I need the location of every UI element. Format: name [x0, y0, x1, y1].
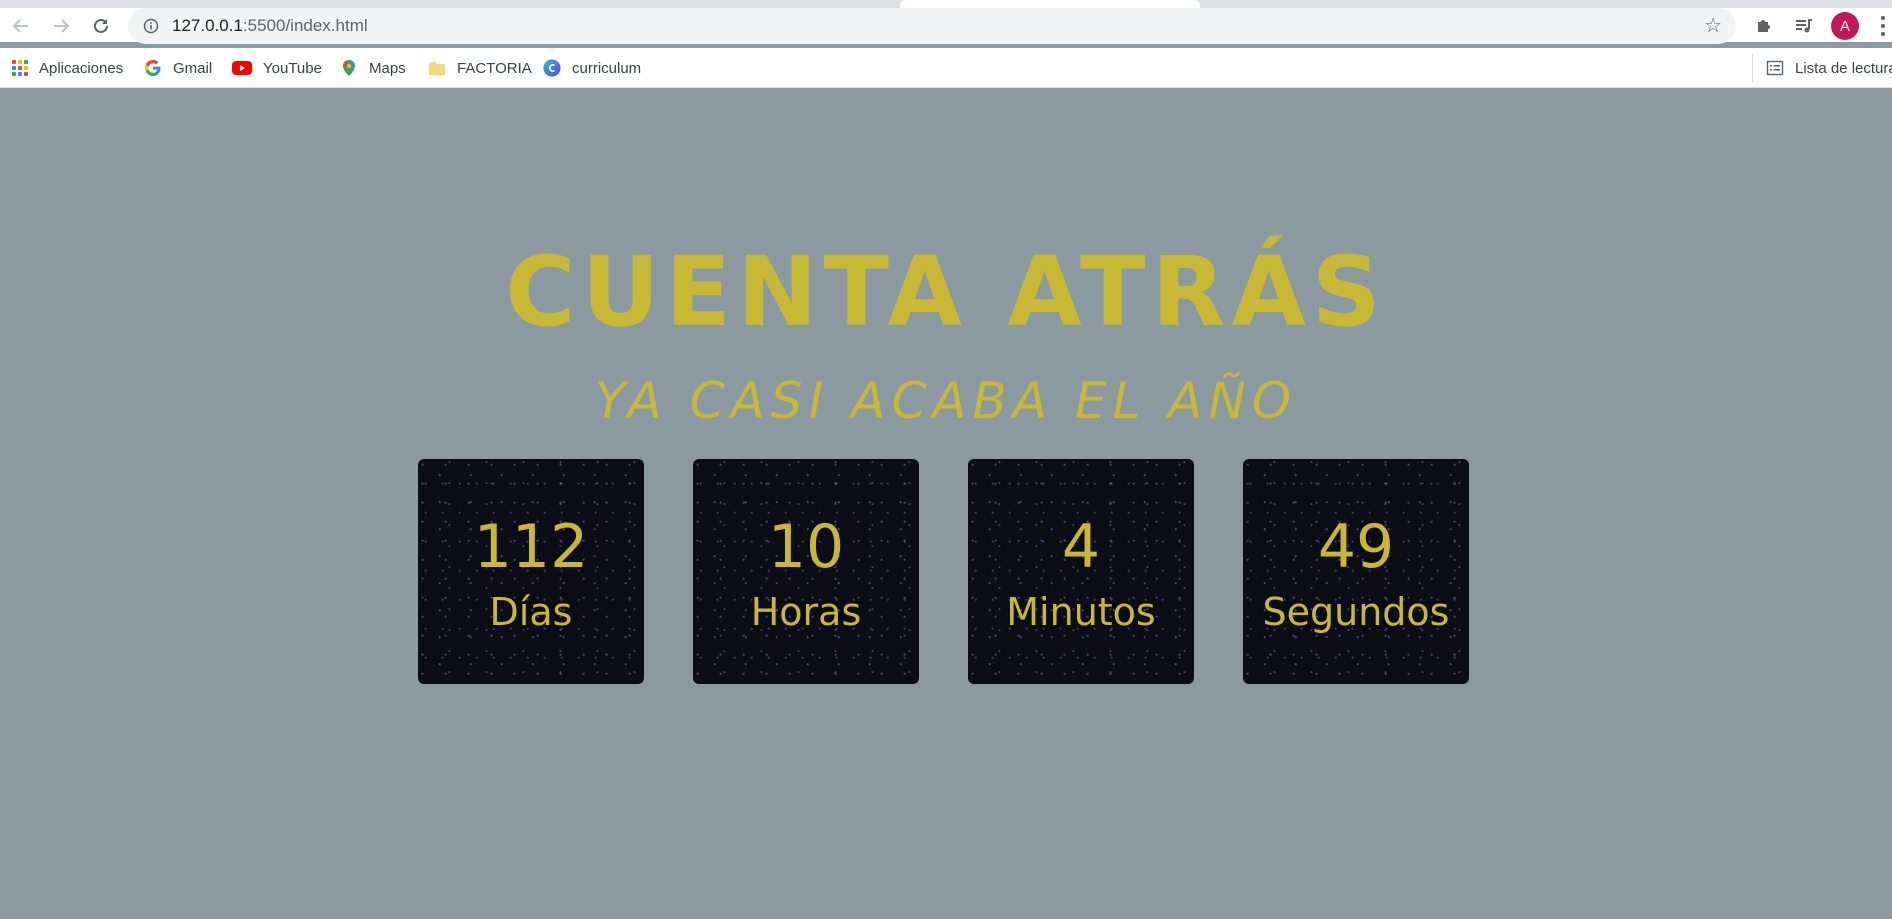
bookmark-label: FACTORIA	[457, 59, 532, 77]
forward-button[interactable]	[46, 11, 76, 41]
countdown-unit: Minutos	[1006, 590, 1156, 634]
bookmarks-separator	[1752, 54, 1753, 82]
youtube-icon	[232, 61, 252, 75]
url-text[interactable]: 127.0.0.1:5500/index.html	[172, 16, 368, 36]
maps-pin-icon	[343, 60, 355, 76]
bookmark-factoria[interactable]: FACTORIA	[428, 54, 532, 82]
active-tab[interactable]	[900, 0, 1200, 8]
countdown-value: 4	[1061, 512, 1101, 582]
puzzle-icon	[1758, 20, 1770, 32]
reading-list-button[interactable]: Lista de lectura	[1766, 54, 1892, 82]
url-host: 127.0.0.1	[172, 16, 243, 35]
countdown-value: 10	[767, 512, 845, 582]
bookmark-label: Aplicaciones	[39, 59, 124, 77]
page-content: CUENTA ATRÁS YA CASI ACABA EL AÑO 112 Dí…	[0, 89, 1892, 919]
bookmark-gmail[interactable]: Gmail	[144, 54, 212, 82]
media-button[interactable]	[1788, 10, 1820, 42]
address-bar[interactable]: 127.0.0.1:5500/index.html ☆	[128, 8, 1736, 44]
bookmark-aplicaciones[interactable]: Aplicaciones	[12, 54, 123, 82]
reload-icon	[94, 18, 108, 33]
extensions-button[interactable]	[1748, 10, 1780, 42]
playlist-music-icon	[1796, 19, 1812, 33]
canva-icon	[543, 59, 561, 77]
more-menu-icon[interactable]	[1874, 14, 1892, 38]
arrow-left-icon	[12, 19, 28, 33]
folder-icon	[429, 62, 445, 75]
bookmark-label: curriculum	[572, 59, 642, 77]
bookmark-label: Maps	[369, 59, 406, 77]
profile-avatar[interactable]: A	[1831, 12, 1859, 40]
page-subtitle: YA CASI ACABA EL AÑO	[594, 372, 1298, 430]
bookmark-label: Gmail	[173, 59, 213, 77]
arrow-right-icon	[54, 19, 70, 33]
bookmark-maps[interactable]: Maps	[340, 54, 406, 82]
back-button[interactable]	[6, 11, 36, 41]
reload-button[interactable]	[86, 11, 116, 41]
url-path: :5500/index.html	[242, 16, 368, 35]
info-icon[interactable]	[142, 17, 160, 35]
countdown-value: 49	[1317, 512, 1395, 582]
countdown-unit: Segundos	[1262, 590, 1450, 634]
countdown-box-hours: 10 Horas	[693, 459, 919, 684]
countdown-box-days: 112 Días	[418, 459, 644, 684]
reading-list-label: Lista de lectura	[1795, 59, 1892, 77]
bookmarks-bar: Aplicaciones Gmail YouTube Maps FACTORIA	[0, 48, 1892, 88]
google-icon	[145, 60, 161, 76]
page-title: CUENTA ATRÁS	[505, 236, 1387, 348]
reading-list-icon	[1766, 60, 1784, 76]
bookmark-curriculum[interactable]: curriculum	[543, 54, 641, 82]
countdown-box-seconds: 49 Segundos	[1243, 459, 1469, 684]
apps-grid-icon	[12, 60, 28, 76]
bookmark-star-icon[interactable]: ☆	[1704, 15, 1722, 37]
bookmark-label: YouTube	[263, 59, 322, 77]
browser-toolbar: 127.0.0.1:5500/index.html ☆ A	[0, 0, 1892, 44]
countdown-value: 112	[473, 512, 589, 582]
countdown-unit: Horas	[750, 590, 862, 634]
countdown-unit: Días	[489, 590, 573, 634]
countdown-box-minutes: 4 Minutos	[968, 459, 1194, 684]
bookmark-youtube[interactable]: YouTube	[232, 54, 322, 82]
tab-strip	[0, 0, 1892, 8]
